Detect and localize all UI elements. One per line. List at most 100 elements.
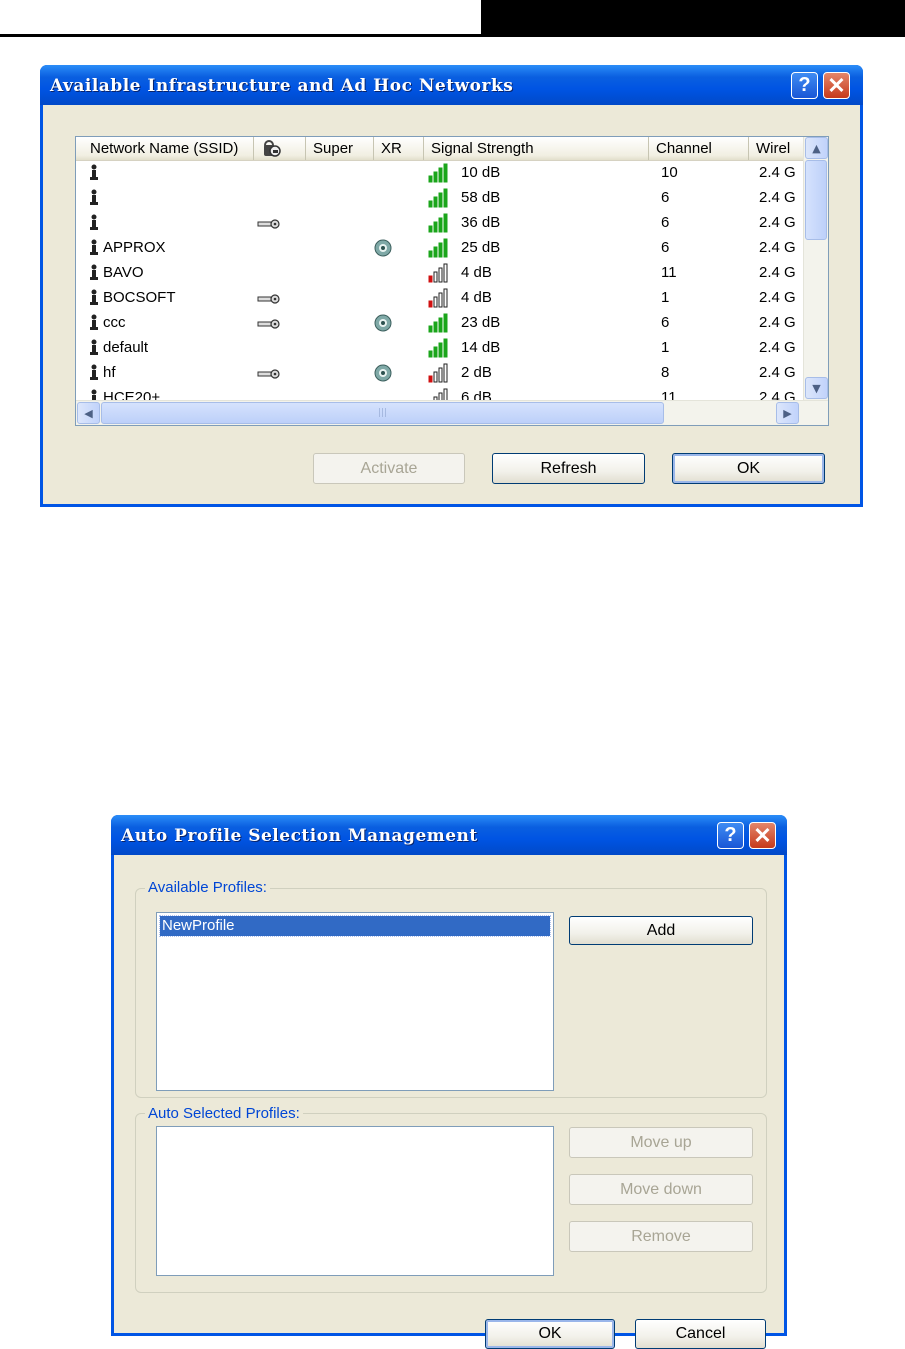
channel-cell: 1 [661, 339, 670, 356]
signal-strength-icon [428, 338, 448, 358]
column-security[interactable] [254, 137, 306, 160]
network-user-icon [90, 239, 98, 255]
vertical-scrollbar[interactable]: ▲ ▼ [803, 137, 828, 400]
table-row[interactable]: APPROX 25 dB 6 2.4 G [76, 236, 803, 261]
scroll-left-button[interactable]: ◀ [77, 402, 100, 424]
refresh-button[interactable]: Refresh [492, 453, 645, 484]
scroll-right-button[interactable]: ▶ [776, 402, 799, 424]
xr-icon [374, 239, 392, 257]
available-profiles-list[interactable]: NewProfile [156, 912, 554, 1091]
channel-cell: 6 [661, 189, 670, 206]
help-button[interactable]: ? [717, 822, 744, 849]
key-icon [257, 219, 280, 229]
ssid-cell: default [103, 339, 149, 356]
xr-icon [374, 364, 392, 382]
help-button[interactable]: ? [791, 72, 818, 99]
horizontal-scrollbar[interactable]: ◀ ||| ▶ [76, 400, 828, 425]
signal-cell: 10 dB [461, 164, 501, 181]
column-xr[interactable]: XR [374, 137, 424, 160]
table-row[interactable]: ccc 23 dB 6 2.4 G [76, 311, 803, 336]
network-user-icon [90, 189, 98, 205]
cancel-button[interactable]: Cancel [635, 1319, 766, 1349]
network-user-icon [90, 364, 98, 380]
ok-button[interactable]: OK [672, 453, 825, 484]
profiles-title: Auto Profile Selection Management [121, 826, 478, 846]
ssid-cell: BAVO [103, 264, 144, 281]
band-cell: 2.4 G [759, 289, 796, 306]
networks-dialog: Available Infrastructure and Ad Hoc Netw… [40, 65, 863, 507]
table-row[interactable]: 36 dB 6 2.4 G [76, 211, 803, 236]
table-row[interactable]: BOCSOFT 4 dB 1 2.4 G [76, 286, 803, 311]
channel-cell: 6 [661, 314, 670, 331]
horizontal-scroll-thumb[interactable]: ||| [101, 402, 664, 424]
signal-strength-icon [428, 238, 448, 258]
network-user-icon [90, 289, 98, 305]
signal-cell: 25 dB [461, 239, 501, 256]
remove-button[interactable]: Remove [569, 1221, 753, 1252]
table-row[interactable]: 58 dB 6 2.4 G [76, 186, 803, 211]
key-icon [257, 294, 280, 304]
column-channel[interactable]: Channel [649, 137, 749, 160]
key-icon [257, 319, 280, 329]
signal-cell: 23 dB [461, 314, 501, 331]
security-column-icon [264, 140, 281, 157]
available-profiles-label: Available Profiles: [145, 879, 270, 896]
channel-cell: 6 [661, 239, 670, 256]
auto-selected-profiles-list[interactable] [156, 1126, 554, 1276]
close-button[interactable]: ✕ [823, 72, 850, 99]
profiles-client: Available Profiles: NewProfile Add Auto … [114, 855, 784, 1349]
band-cell: 2.4 G [759, 189, 796, 206]
networks-title: Available Infrastructure and Ad Hoc Netw… [50, 76, 514, 96]
signal-cell: 4 dB [461, 264, 492, 281]
band-cell: 2.4 G [759, 264, 796, 281]
band-cell: 2.4 G [759, 339, 796, 356]
band-cell: 2.4 G [759, 214, 796, 231]
column-super[interactable]: Super [306, 137, 374, 160]
network-user-icon [90, 339, 98, 355]
column-ssid[interactable]: Network Name (SSID) [76, 137, 254, 160]
profiles-dialog: Auto Profile Selection Management ? ✕ Av… [111, 815, 787, 1349]
document-header-bar [481, 0, 905, 35]
signal-cell: 4 dB [461, 289, 492, 306]
ssid-cell: BOCSOFT [103, 289, 176, 306]
signal-cell: 2 dB [461, 364, 492, 381]
channel-cell: 8 [661, 364, 670, 381]
table-row[interactable]: hf 2 dB 8 2.4 G [76, 361, 803, 386]
band-cell: 2.4 G [759, 239, 796, 256]
channel-cell: 11 [661, 264, 677, 281]
channel-cell: 6 [661, 214, 670, 231]
ok-button[interactable]: OK [485, 1319, 615, 1349]
column-signal[interactable]: Signal Strength [424, 137, 649, 160]
close-button[interactable]: ✕ [749, 822, 776, 849]
add-button[interactable]: Add [569, 916, 753, 945]
table-row[interactable]: 10 dB 10 2.4 G [76, 161, 803, 186]
signal-cell: 58 dB [461, 189, 501, 206]
signal-strength-icon [428, 313, 448, 333]
table-row[interactable]: BAVO 4 dB 11 2.4 G [76, 261, 803, 286]
signal-cell: 36 dB [461, 214, 501, 231]
vertical-scroll-thumb[interactable] [805, 160, 827, 240]
signal-cell: 14 dB [461, 339, 501, 356]
signal-strength-icon [428, 363, 448, 383]
band-cell: 2.4 G [759, 364, 796, 381]
table-row[interactable]: default 14 dB 1 2.4 G [76, 336, 803, 361]
list-header: Network Name (SSID) Super XR Signal Stre… [76, 137, 803, 161]
ssid-cell: APPROX [103, 239, 166, 256]
network-user-icon [90, 214, 98, 230]
networks-titlebar[interactable]: Available Infrastructure and Ad Hoc Netw… [40, 65, 863, 105]
profiles-titlebar[interactable]: Auto Profile Selection Management ? ✕ [111, 815, 787, 855]
signal-strength-icon [428, 213, 448, 233]
signal-strength-icon [428, 288, 448, 308]
activate-button[interactable]: Activate [313, 453, 465, 484]
scroll-up-button[interactable]: ▲ [805, 137, 828, 159]
ssid-cell: ccc [103, 314, 126, 331]
networks-list[interactable]: Network Name (SSID) Super XR Signal Stre… [75, 136, 829, 426]
networks-client: Network Name (SSID) Super XR Signal Stre… [43, 105, 860, 504]
scroll-down-button[interactable]: ▼ [805, 377, 828, 399]
channel-cell: 10 [661, 164, 678, 181]
list-item[interactable]: NewProfile [159, 915, 551, 937]
move-down-button[interactable]: Move down [569, 1174, 753, 1205]
move-up-button[interactable]: Move up [569, 1127, 753, 1158]
column-wireless[interactable]: Wirel [749, 137, 803, 160]
network-user-icon [90, 264, 98, 280]
